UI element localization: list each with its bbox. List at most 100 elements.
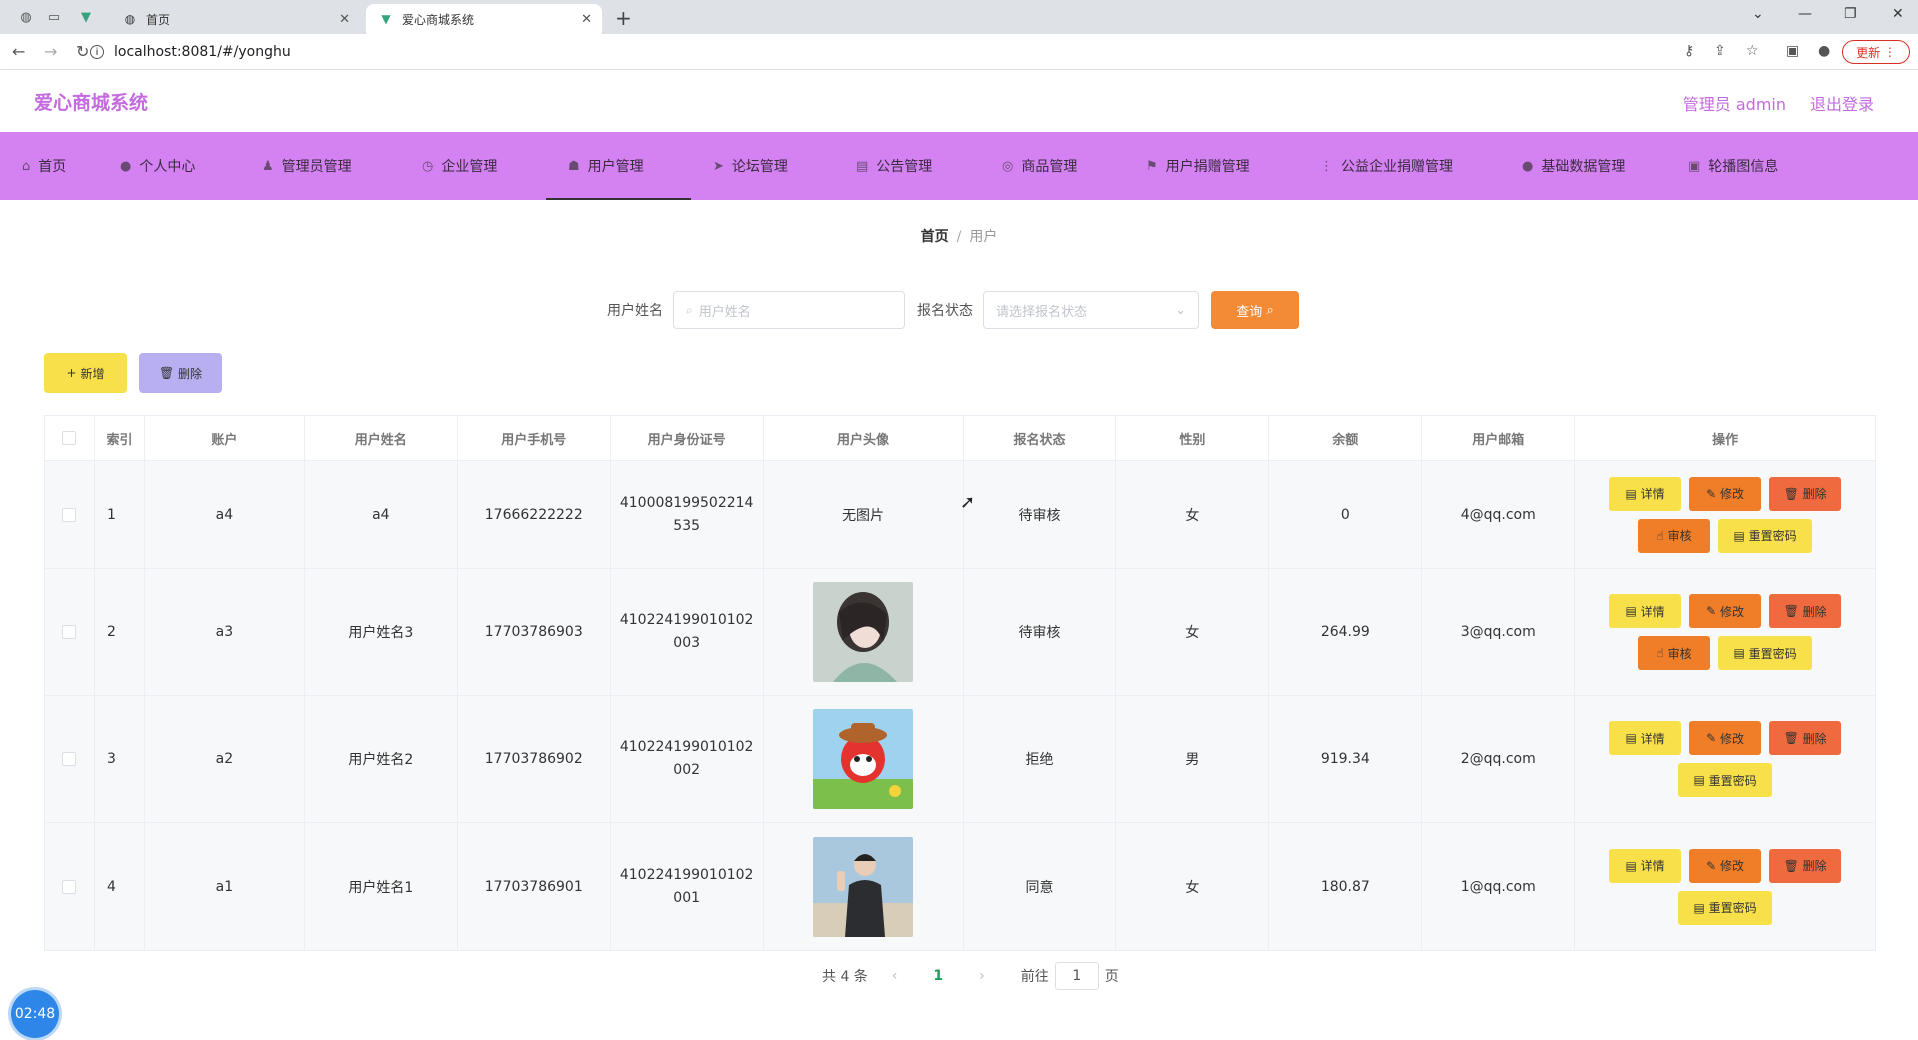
nav-company-donation[interactable]: ⋮ 公益企业捐赠管理	[1300, 132, 1500, 200]
avatar-image-boy[interactable]	[813, 836, 914, 937]
audit-label: 审核	[1667, 529, 1692, 543]
profile-icon[interactable]: ●	[1818, 43, 1830, 59]
update-label: 更新	[1856, 45, 1881, 60]
cell-phone: 17666222222	[458, 461, 611, 568]
nav-home[interactable]: ⌂ 首页	[0, 132, 102, 200]
back-icon[interactable]: ←	[12, 42, 25, 61]
nav-base-data[interactable]: ● 基础数据管理	[1500, 132, 1670, 200]
name-search-input[interactable]: ⌕ 用户姓名	[673, 291, 905, 329]
reset-password-button[interactable]: ▤ 重置密码	[1718, 636, 1813, 670]
reload-icon[interactable]: ↻	[76, 42, 89, 61]
col-index: 索引	[95, 416, 145, 460]
vue-icon[interactable]: ▼	[76, 7, 96, 27]
edit-button[interactable]: ✎ 修改	[1689, 594, 1762, 628]
breadcrumb-home[interactable]: 首页	[921, 229, 949, 245]
goto-page-input[interactable]: 1	[1054, 962, 1099, 990]
reset-label: 重置密码	[1748, 529, 1797, 543]
close-icon[interactable]: ✕	[339, 12, 350, 27]
nav-notice[interactable]: ▤ 公告管理	[836, 132, 980, 200]
close-icon[interactable]: ✕	[581, 12, 592, 27]
info-icon[interactable]: i	[90, 45, 104, 59]
add-button[interactable]: + 新增	[44, 353, 127, 393]
browser-tab-home[interactable]: ◍ 首页 ✕	[110, 4, 360, 34]
detail-button[interactable]: ▤ 详情	[1609, 848, 1682, 883]
delete-button[interactable]: 🗑 删除	[1769, 721, 1842, 755]
col-email: 用户邮箱	[1422, 416, 1576, 460]
row-checkbox[interactable]	[62, 752, 77, 766]
nav-user-donation[interactable]: ⚑ 用户捐赠管理	[1126, 132, 1300, 200]
reset-password-button[interactable]: ▤ 重置密码	[1678, 763, 1773, 797]
new-tab-icon[interactable]: +	[615, 6, 632, 30]
nav-company[interactable]: ◷ 企业管理	[400, 132, 546, 200]
select-all-checkbox[interactable]	[62, 431, 77, 445]
cell-gender: 女	[1116, 461, 1270, 568]
select-all-cell	[45, 416, 95, 460]
tab-title: 首页	[146, 12, 171, 27]
globe-icon: ◍	[124, 12, 136, 26]
sidepanel-icon[interactable]: ▣	[1786, 43, 1799, 59]
nav-forum[interactable]: ➤ 论坛管理	[691, 132, 836, 200]
cell-balance: 0	[1269, 461, 1423, 568]
detail-label: 详情	[1640, 731, 1665, 746]
batch-delete-button[interactable]: 🗑 删除	[139, 353, 222, 393]
prev-page-icon[interactable]: ‹	[892, 968, 898, 984]
avatar-image-girl[interactable]	[813, 582, 914, 682]
delete-button[interactable]: 🗑 删除	[1769, 594, 1842, 628]
col-idcard: 用户身份证号	[611, 416, 764, 460]
nav-profile[interactable]: ● 个人中心	[102, 132, 244, 200]
col-status: 报名状态	[964, 416, 1117, 460]
reset-password-button[interactable]: ▤ 重置密码	[1678, 890, 1773, 925]
reset-password-button[interactable]: ▤ 重置密码	[1718, 518, 1813, 553]
row-checkbox[interactable]	[62, 879, 77, 894]
detail-button[interactable]: ▤ 详情	[1609, 594, 1682, 628]
nav-admin[interactable]: ♟ 管理员管理	[244, 132, 400, 200]
url-field[interactable]: i localhost:8081/#/yonghu	[90, 41, 291, 63]
chevron-down-icon[interactable]: ⌄	[1752, 6, 1764, 22]
delete-button[interactable]: 🗑 删除	[1769, 476, 1842, 511]
restore-icon[interactable]: ❐	[1844, 6, 1857, 22]
row-checkbox[interactable]	[62, 507, 77, 522]
nav-goods[interactable]: ◎ 商品管理	[980, 132, 1126, 200]
browser-tab-app[interactable]: ▼ 爱心商城系统 ✕	[366, 4, 602, 34]
avatar-image-cartoon[interactable]	[813, 709, 914, 809]
blank-tab-icon[interactable]: ▭	[44, 7, 64, 27]
row-checkbox[interactable]	[62, 625, 77, 639]
cell-gender: 男	[1116, 696, 1270, 822]
detail-button[interactable]: ▤ 详情	[1609, 476, 1682, 511]
edit-button[interactable]: ✎ 修改	[1689, 476, 1762, 511]
share-icon[interactable]: ⇪	[1714, 43, 1726, 59]
star-icon[interactable]: ☆	[1746, 43, 1759, 59]
query-button[interactable]: 查询 ⌕	[1211, 291, 1299, 329]
edit-label: 修改	[1720, 487, 1745, 501]
search-icon: ⌕	[686, 302, 693, 317]
nav-label: 首页	[38, 159, 67, 175]
nav-carousel[interactable]: ▣ 轮播图信息	[1670, 132, 1830, 200]
detail-button[interactable]: ▤ 详情	[1609, 721, 1682, 755]
timer-badge[interactable]: 02:48	[11, 990, 59, 1038]
edit-button[interactable]: ✎ 修改	[1689, 848, 1762, 883]
edit-label: 修改	[1720, 604, 1745, 619]
status-select[interactable]: 请选择报名状态 ⌄	[983, 291, 1199, 329]
audit-button[interactable]: ☝ 审核	[1638, 518, 1711, 553]
table-row: 1 a4 a4 17666222222 410008199502214535 无…	[45, 461, 1875, 569]
key-icon[interactable]: ⚷	[1684, 43, 1694, 59]
delete-button[interactable]: 🗑 删除	[1769, 848, 1842, 883]
cell-name: a4	[305, 461, 458, 568]
cell-ops: ▤ 详情 ✎ 修改 🗑 删除 ☝ 审核 ▤ 重置密码	[1575, 569, 1875, 695]
nav-users[interactable]: ☗ 用户管理	[546, 132, 691, 200]
minimize-icon[interactable]: —	[1798, 6, 1812, 22]
table-row: 4 a1 用户姓名1 17703786901 41022419901010200…	[45, 823, 1875, 950]
globe-icon[interactable]: ◍	[16, 7, 36, 27]
cell-status: 同意	[964, 823, 1117, 950]
forward-icon[interactable]: →	[44, 42, 57, 61]
audit-button[interactable]: ☝ 审核	[1638, 636, 1711, 670]
name-placeholder: 用户姓名	[698, 304, 751, 320]
next-page-icon[interactable]: ›	[979, 968, 985, 984]
table-row: 2 a3 用户姓名3 17703786903 41022419901010200…	[45, 569, 1875, 696]
cell-index: 2	[95, 569, 145, 695]
close-window-icon[interactable]: ✕	[1892, 6, 1904, 22]
logout-link[interactable]: 退出登录	[1810, 91, 1874, 115]
edit-button[interactable]: ✎ 修改	[1689, 721, 1762, 755]
update-button[interactable]: 更新 ⋮	[1842, 40, 1910, 64]
page-number[interactable]: 1	[933, 968, 943, 984]
